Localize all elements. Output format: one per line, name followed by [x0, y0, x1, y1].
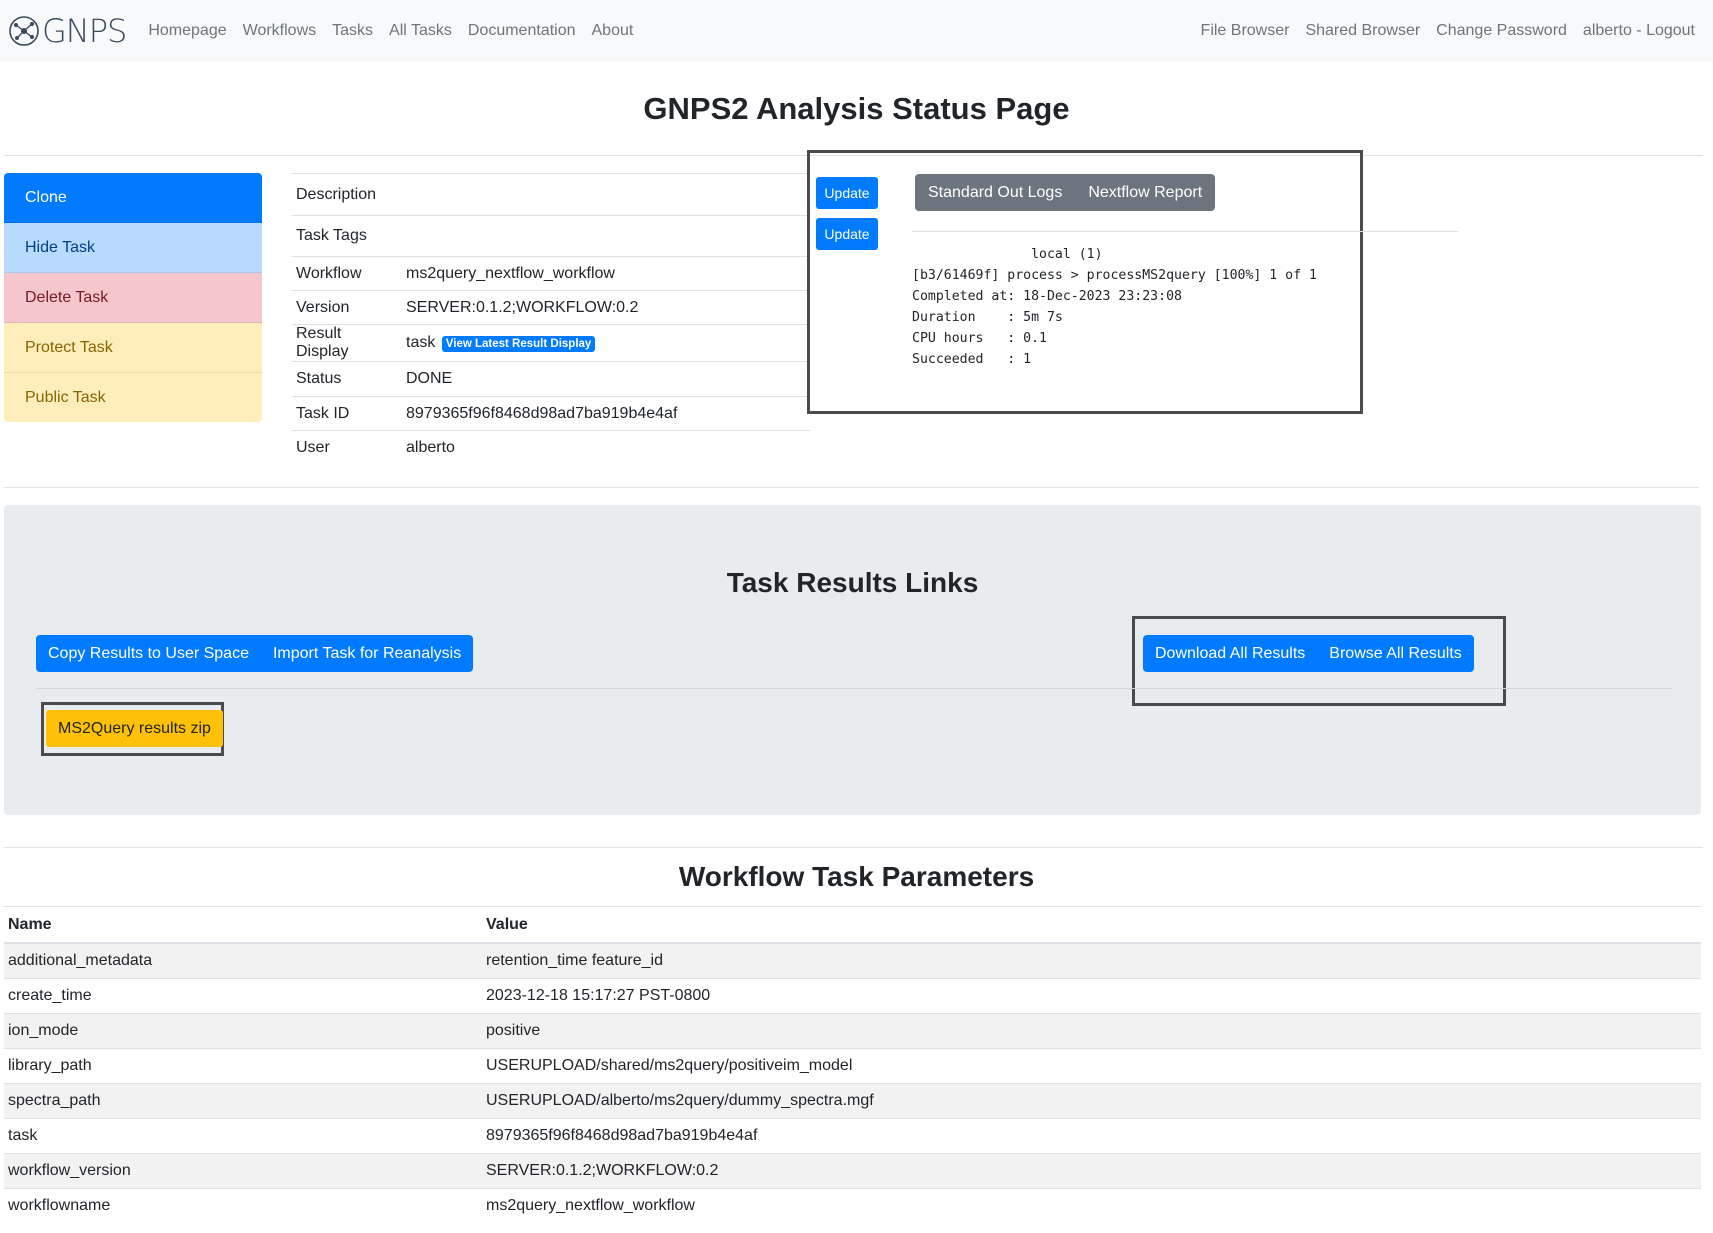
nav-file-browser[interactable]: File Browser	[1193, 22, 1298, 40]
log-tabs: Standard Out Logs Nextflow Report	[915, 174, 1216, 211]
param-name: spectra_path	[4, 1083, 482, 1119]
public-task-button[interactable]: Public Task	[4, 373, 262, 422]
protect-task-button[interactable]: Protect Task	[4, 323, 262, 373]
info-row-workflow: Workflow ms2query_nextflow_workflow	[292, 256, 810, 291]
nav-documentation[interactable]: Documentation	[460, 22, 584, 40]
brand-name: GNPS	[42, 12, 127, 50]
nav-homepage[interactable]: Homepage	[140, 22, 234, 40]
params-title: Workflow Task Parameters	[678, 861, 1035, 892]
log-divider	[912, 231, 1458, 232]
column-header-value: Value	[482, 906, 1701, 944]
results-title: Task Results Links	[726, 567, 979, 598]
page-title: GNPS2 Analysis Status Page	[643, 91, 1070, 126]
nav-about[interactable]: About	[584, 22, 642, 40]
user-value: alberto	[402, 430, 810, 465]
info-row-task-id: Task ID 8979365f96f8468d98ad7ba919b4e4af	[292, 396, 810, 431]
import-task-button[interactable]: Import Task for Reanalysis	[260, 635, 474, 672]
browse-all-results-button[interactable]: Browse All Results	[1317, 635, 1474, 672]
param-value: 8979365f96f8468d98ad7ba919b4e4af	[482, 1118, 1701, 1154]
info-row-version: Version SERVER:0.1.2;WORKFLOW:0.2	[292, 290, 810, 325]
result-display-value: task	[406, 334, 436, 351]
clone-button[interactable]: Clone	[4, 173, 262, 223]
param-value: positive	[482, 1013, 1701, 1049]
info-label: Status	[292, 361, 402, 397]
param-value: USERUPLOAD/shared/ms2query/positiveim_mo…	[482, 1048, 1701, 1084]
param-name: ion_mode	[4, 1013, 482, 1049]
table-row: create_time 2023-12-18 15:17:27 PST-0800	[4, 978, 1701, 1014]
info-label: User	[292, 430, 402, 465]
info-label: Workflow	[292, 256, 402, 291]
param-value: SERVER:0.1.2;WORKFLOW:0.2	[482, 1153, 1701, 1189]
nextflow-report-button[interactable]: Nextflow Report	[1075, 174, 1216, 211]
nav-workflows[interactable]: Workflows	[235, 22, 325, 40]
section-divider	[4, 487, 1699, 488]
task-results-panel: Task Results Links Copy Results to User …	[4, 505, 1701, 815]
info-row-tags: Task Tags	[292, 215, 810, 257]
param-value: USERUPLOAD/alberto/ms2query/dummy_spectr…	[482, 1083, 1701, 1119]
param-name: workflow_version	[4, 1153, 482, 1189]
standard-out-logs-button[interactable]: Standard Out Logs	[915, 174, 1076, 211]
info-label: Result Display	[292, 324, 402, 362]
info-row-status: Status DONE	[292, 361, 810, 397]
info-label: Task ID	[292, 396, 402, 431]
param-name: additional_metadata	[4, 942, 482, 979]
task-info-table: Description Task Tags Workflow ms2query_…	[292, 173, 810, 465]
param-name: library_path	[4, 1048, 482, 1084]
info-value: SERVER:0.1.2;WORKFLOW:0.2	[402, 290, 810, 325]
ms2query-results-zip-button[interactable]: MS2Query results zip	[46, 710, 223, 747]
log-output: local (1) [b3/61469f] process > processM…	[912, 247, 1317, 367]
top-navbar: GNPS Homepage Workflows Tasks All Tasks …	[0, 0, 1713, 62]
results-left-buttons: Copy Results to User Space Import Task f…	[36, 635, 474, 672]
nav-tasks[interactable]: Tasks	[324, 22, 381, 40]
info-value: ms2query_nextflow_workflow	[402, 256, 810, 291]
task-id-value: 8979365f96f8468d98ad7ba919b4e4af	[402, 396, 810, 431]
nav-logout[interactable]: alberto - Logout	[1575, 22, 1703, 40]
status-value: DONE	[402, 361, 810, 397]
param-name: workflowname	[4, 1188, 482, 1223]
download-all-results-button[interactable]: Download All Results	[1143, 635, 1318, 672]
task-overview: Clone Hide Task Delete Task Protect Task…	[0, 150, 1713, 486]
info-label: Task Tags	[292, 215, 402, 257]
params-divider	[4, 847, 1703, 848]
params-header-row: Name Value	[4, 906, 1701, 944]
info-label: Version	[292, 290, 402, 325]
info-row-description: Description	[292, 173, 810, 216]
table-row: additional_metadata retention_time featur…	[4, 942, 1701, 979]
nav-left: GNPS Homepage Workflows Tasks All Tasks …	[8, 12, 641, 50]
nav-shared-browser[interactable]: Shared Browser	[1297, 22, 1428, 40]
param-name: task	[4, 1118, 482, 1154]
brand-logo[interactable]: GNPS	[8, 12, 127, 50]
info-value: task View Latest Result Display	[402, 324, 810, 362]
nav-all-tasks[interactable]: All Tasks	[381, 22, 460, 40]
hide-task-button[interactable]: Hide Task	[4, 223, 262, 273]
network-logo-icon	[9, 16, 39, 46]
results-right-buttons: Download All Results Browse All Results	[1143, 635, 1474, 672]
task-actions-menu: Clone Hide Task Delete Task Protect Task…	[4, 173, 262, 422]
table-row: spectra_path USERUPLOAD/alberto/ms2query/…	[4, 1083, 1701, 1119]
table-row: workflow_version SERVER:0.1.2;WORKFLOW:0.…	[4, 1153, 1701, 1189]
delete-task-button[interactable]: Delete Task	[4, 273, 262, 323]
table-row: ion_mode positive	[4, 1013, 1701, 1049]
view-latest-result-display-link[interactable]: View Latest Result Display	[441, 336, 596, 352]
param-value: ms2query_nextflow_workflow	[482, 1188, 1701, 1223]
table-row: library_path USERUPLOAD/shared/ms2query/p…	[4, 1048, 1701, 1084]
param-value: 2023-12-18 15:17:27 PST-0800	[482, 978, 1701, 1014]
params-table: Name Value additional_metadata retention_…	[4, 906, 1701, 1223]
param-name: create_time	[4, 978, 482, 1014]
param-value: retention_time feature_id	[482, 942, 1701, 979]
nav-right: File Browser Shared Browser Change Passw…	[1193, 22, 1703, 40]
results-divider	[36, 688, 1672, 689]
nav-change-password[interactable]: Change Password	[1428, 22, 1575, 40]
table-row: task 8979365f96f8468d98ad7ba919b4e4af	[4, 1118, 1701, 1154]
info-row-user: User alberto	[292, 430, 810, 465]
table-row: workflowname ms2query_nextflow_workflow	[4, 1188, 1701, 1223]
info-label: Description	[292, 173, 402, 216]
info-value	[402, 173, 810, 216]
info-value	[402, 215, 810, 257]
column-header-name: Name	[4, 906, 482, 944]
copy-results-button[interactable]: Copy Results to User Space	[36, 635, 261, 672]
info-row-result-display: Result Display task View Latest Result D…	[292, 324, 810, 362]
